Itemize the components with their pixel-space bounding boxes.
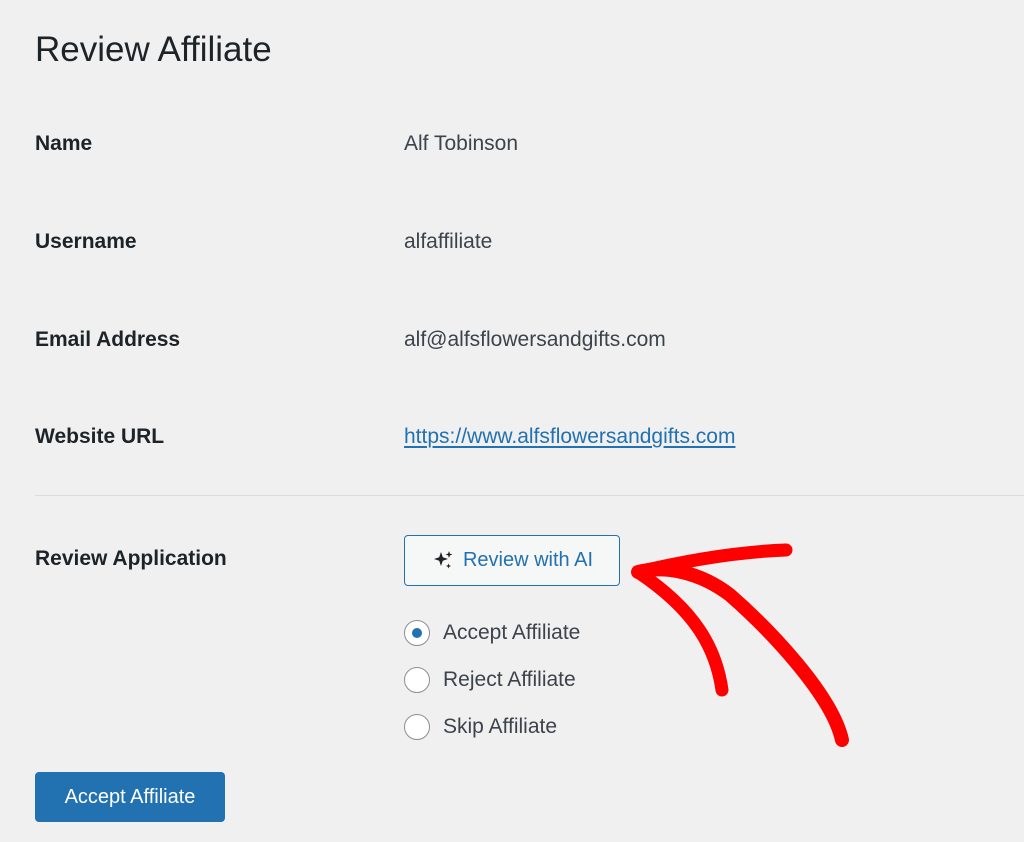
website-link[interactable]: https://www.alfsflowersandgifts.com [404,425,735,448]
skip-affiliate-radio[interactable] [404,714,430,740]
review-with-ai-button[interactable]: Review with AI [404,535,620,586]
annotation-arrow-icon [631,543,849,747]
website-value: https://www.alfsflowersandgifts.com [404,423,735,451]
page-title: Review Affiliate [35,30,272,69]
sparkle-icon [433,550,453,568]
username-label: Username [35,230,137,253]
name-value: Alf Tobinson [404,132,519,155]
website-label: Website URL [35,425,165,448]
skip-affiliate-option[interactable]: Skip Affiliate [404,713,557,741]
accept-affiliate-option[interactable]: Accept Affiliate [404,619,580,647]
section-divider [35,495,1024,496]
accept-affiliate-radio[interactable] [404,620,430,646]
reject-affiliate-option[interactable]: Reject Affiliate [404,666,576,694]
name-label: Name [35,132,93,155]
accept-affiliate-submit-button[interactable]: Accept Affiliate [35,772,225,822]
username-value: alfaffiliate [404,230,493,253]
review-with-ai-label: Review with AI [462,549,594,571]
email-label: Email Address [35,328,181,351]
review-application-label: Review Application [35,547,227,570]
skip-affiliate-option-label: Skip Affiliate [443,715,558,738]
accept-affiliate-option-label: Accept Affiliate [443,621,581,644]
email-value: alf@alfsflowersandgifts.com [404,328,666,351]
reject-affiliate-radio[interactable] [404,667,430,693]
reject-affiliate-option-label: Reject Affiliate [443,668,576,691]
